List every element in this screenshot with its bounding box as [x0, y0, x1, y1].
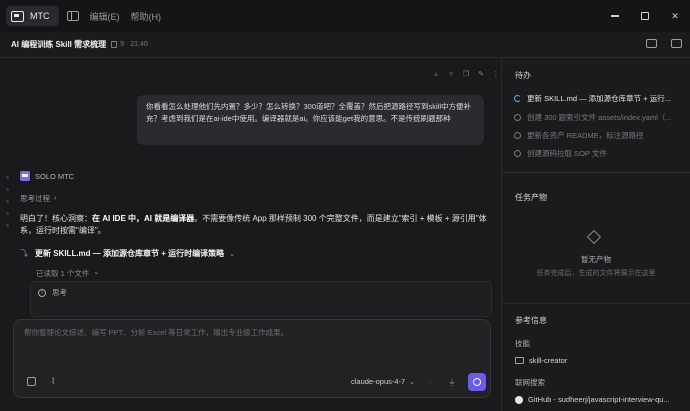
github-icon: [515, 395, 523, 404]
agent-header: SOLO MTC: [20, 171, 74, 181]
web-result-title: GitHub - sudheerj/javascript-interview-q…: [528, 395, 670, 404]
app-name: MTC: [30, 11, 50, 21]
todo-item[interactable]: 创建源码拉取 SOP 文件: [514, 148, 607, 159]
minimize-icon: [611, 15, 619, 17]
think-card-label: 思考: [52, 288, 67, 297]
pending-icon: [514, 150, 521, 157]
read-files-toggle[interactable]: 已读取 1 个文件 ⌄: [36, 268, 99, 279]
output-title: 任务产物: [515, 193, 547, 202]
info-icon: !: [38, 288, 46, 297]
title-bar: MTC 编辑(E) 帮助(H) ✕: [0, 0, 690, 32]
in-progress-icon: [514, 95, 521, 102]
app-switcher[interactable]: MTC: [6, 6, 59, 26]
todo-title: 待办: [515, 71, 531, 80]
paperclip-icon[interactable]: ⌇: [51, 377, 55, 386]
dot: [6, 176, 9, 179]
task-meta: 9 · 21:40: [111, 41, 148, 48]
send-button[interactable]: [468, 373, 486, 391]
dot: [6, 224, 9, 227]
window-controls: ✕: [600, 0, 690, 32]
step-label: 更新 SKILL.md — 添加源仓库章节 + 运行时编译策略: [35, 249, 225, 258]
scroll-indicator: [6, 176, 9, 227]
agent-answer: 明白了！核心洞察：在 AI IDE 中，AI 就是编译器。不需要像传统 App …: [20, 213, 490, 237]
model-selector[interactable]: claude-opus-4-7 ⌄: [351, 377, 415, 386]
app-logo-icon: [11, 10, 24, 22]
dot: [6, 188, 9, 191]
menu-help[interactable]: 帮助(H): [131, 10, 162, 23]
header-actions: [646, 39, 682, 48]
skill-link[interactable]: skill-creator: [515, 356, 567, 365]
answer-prefix: 明白了！核心洞察：: [20, 214, 92, 223]
right-panel: 待办 更新 SKILL.md — 添加源仓库章节 + 运行... 创建 300 …: [502, 59, 690, 411]
copy-icon[interactable]: ❐: [462, 71, 470, 78]
edit-icon[interactable]: ✎: [477, 71, 485, 78]
message-actions: ▵ ▿ ❐ ✎ ⋮: [432, 71, 500, 78]
sidebar-toggle-icon[interactable]: [66, 11, 79, 21]
dot: [6, 212, 9, 215]
empty-title: 暂无产物: [581, 255, 611, 264]
document-icon: [111, 41, 118, 48]
chevron-down-icon: ⌄: [229, 250, 235, 258]
thinking-label: 思考过程: [20, 194, 50, 203]
terminal-icon[interactable]: [646, 39, 657, 48]
todo-label: 更新 SKILL.md — 添加源仓库章节 + 运行...: [527, 94, 671, 103]
task-title: AI 编程训练 Skill 需求梳理: [11, 40, 107, 49]
tool-step[interactable]: ⤵ 更新 SKILL.md — 添加源仓库章节 + 运行时编译策略 ⌄: [20, 248, 235, 259]
answer-highlight: 在 AI IDE 中，AI 就是编译器: [92, 214, 195, 223]
menu-edit[interactable]: 编辑(E): [90, 10, 120, 23]
restore-icon: [641, 12, 649, 20]
close-icon: ✕: [671, 10, 679, 21]
todo-item[interactable]: 更新 SKILL.md — 添加源仓库章节 + 运行...: [514, 93, 671, 104]
todo-label: 更新各资产 README，标注源路径: [527, 131, 644, 140]
maximize-button[interactable]: [630, 0, 660, 32]
minimize-button[interactable]: [600, 0, 630, 32]
chevron-down-icon: ⌄: [409, 378, 416, 386]
read-label: 已读取 1 个文件: [36, 269, 90, 278]
task-meta-text: 9 · 21:40: [120, 41, 148, 48]
task-header: AI 编程训练 Skill 需求梳理 9 · 21:40: [0, 32, 690, 58]
model-name: claude-opus-4-7: [351, 377, 406, 386]
skill-name: skill-creator: [529, 356, 568, 365]
panel-toggle-icon[interactable]: [671, 39, 682, 48]
pending-icon: [514, 132, 521, 139]
chevron-down-icon: ⌄: [93, 269, 100, 276]
book-icon: [515, 357, 524, 364]
todo-item[interactable]: 更新各资产 README，标注源路径: [514, 130, 644, 141]
chat-mode-icon[interactable]: ◌: [424, 378, 436, 387]
thumbs-down-icon[interactable]: ▿: [447, 71, 455, 78]
user-message: 你看看怎么处理他们先内置？多少？怎么转换？300道吧？全覆盖？然后把源路径写到s…: [137, 95, 484, 145]
dot: [6, 200, 9, 203]
agent-avatar-icon: [20, 171, 30, 181]
stop-icon: [473, 378, 481, 386]
empty-subtitle: 任务完成后，生成的文件将展示在这里: [536, 270, 656, 277]
edit-file-icon: ⤵: [20, 248, 28, 258]
microphone-icon[interactable]: ⏚: [446, 377, 458, 388]
agent-name: SOLO MTC: [35, 171, 75, 181]
ref-title: 参考信息: [515, 316, 547, 325]
thinking-toggle[interactable]: 思考过程 ›: [20, 193, 56, 204]
pending-icon: [514, 114, 521, 121]
thinking-card[interactable]: ! 思考: [30, 281, 492, 317]
message-input[interactable]: [24, 328, 474, 337]
chevron-right-icon: ›: [54, 195, 57, 202]
attach-skill-icon[interactable]: [27, 377, 36, 386]
box-icon: [586, 229, 602, 245]
section-divider: [502, 172, 690, 173]
thumbs-up-icon[interactable]: ▵: [432, 71, 440, 78]
section-divider: [502, 303, 690, 304]
close-button[interactable]: ✕: [660, 0, 690, 32]
web-search-label: 联网搜索: [515, 378, 545, 387]
skills-label: 技能: [515, 339, 530, 348]
more-icon[interactable]: ⋮: [492, 71, 500, 78]
todo-label: 创建 300 题索引文件 assets/index.yaml（...: [527, 113, 672, 122]
todo-item[interactable]: 创建 300 题索引文件 assets/index.yaml（...: [514, 112, 672, 123]
web-result-link[interactable]: GitHub - sudheerj/javascript-interview-q…: [515, 395, 670, 404]
composer: ⌇ claude-opus-4-7 ⌄ ◌ ⏚: [13, 319, 491, 398]
todo-label: 创建源码拉取 SOP 文件: [527, 149, 607, 158]
